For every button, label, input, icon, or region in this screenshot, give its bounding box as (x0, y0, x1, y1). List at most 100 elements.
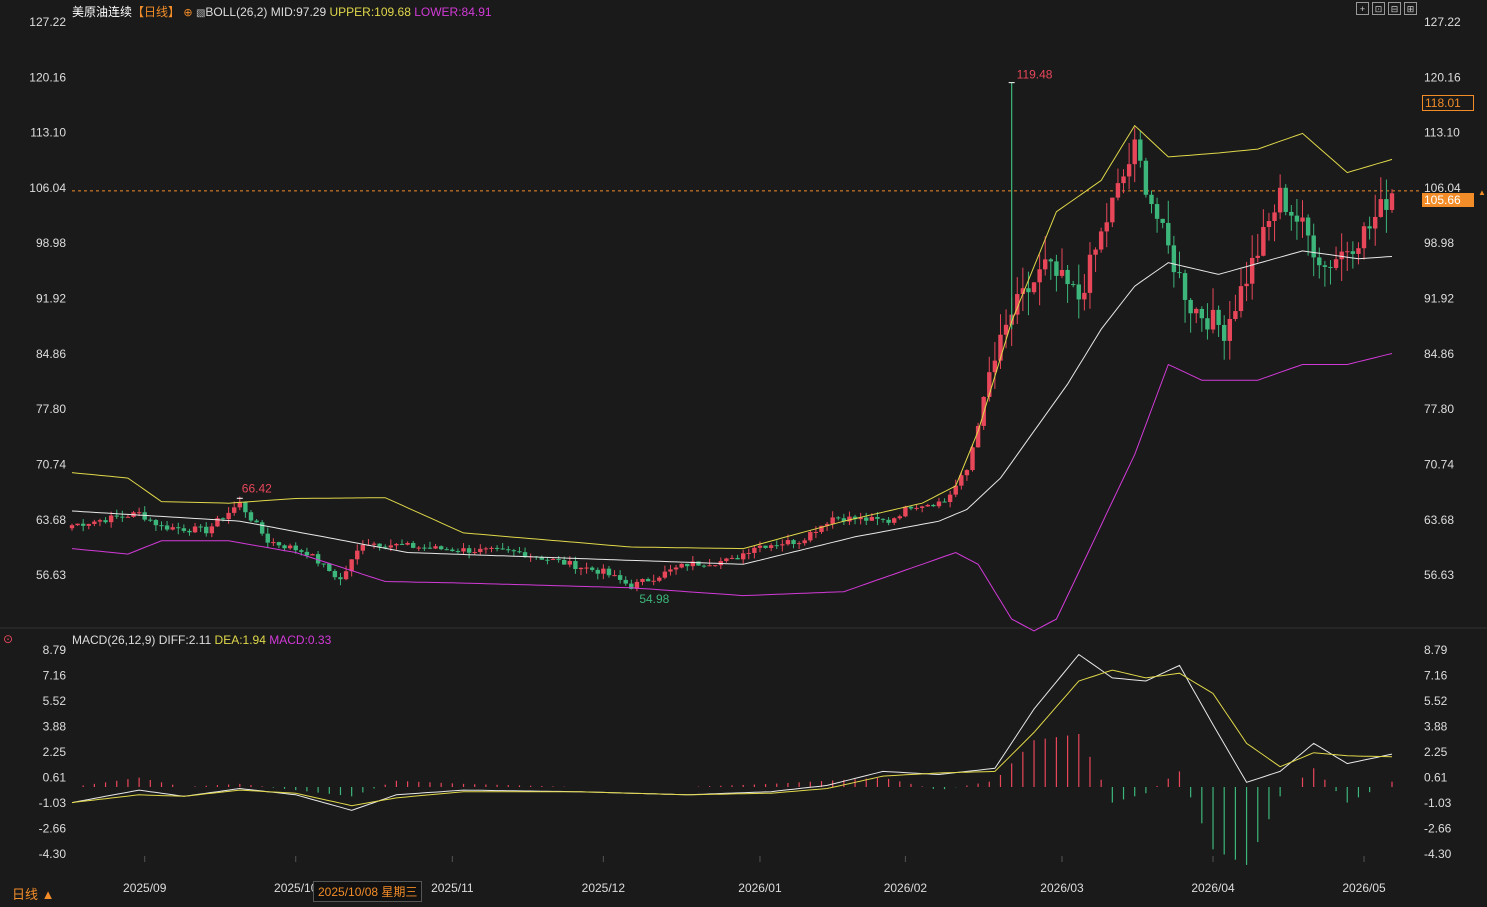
candle-body (164, 525, 170, 530)
candle-body (1115, 183, 1121, 198)
candle-body (1059, 269, 1065, 276)
candle-body (1199, 308, 1205, 319)
candle-body (1249, 257, 1255, 284)
candle-body (601, 568, 606, 574)
candle-body (170, 527, 175, 530)
y-tick-right: 77.80 (1424, 402, 1454, 416)
candle-body (757, 545, 763, 548)
candle-body (511, 550, 517, 552)
candle-body (92, 521, 97, 524)
macd-y-tick-left: 3.88 (43, 720, 67, 734)
candle-body (388, 545, 394, 548)
crosshair-icon[interactable]: + (1356, 2, 1369, 15)
candle-body (360, 544, 366, 551)
candle-body (931, 504, 936, 507)
boll-header: 美原油连续【日线】 ⊕ ▧BOLL(26,2) MID:97.29 UPPER:… (72, 3, 492, 20)
timeframe-selector[interactable]: 日线 ▲ (12, 884, 54, 903)
last-price-arrow: ▲ (1478, 188, 1486, 197)
candle-body (1082, 292, 1087, 300)
candle-body (438, 546, 444, 550)
candle-body (472, 552, 477, 554)
x-tick-label: 2026/01 (738, 881, 782, 895)
dea-value: DEA:1.94 (214, 633, 266, 647)
candle-body (595, 569, 600, 574)
candle-body (1272, 212, 1277, 222)
candle-body (108, 515, 114, 523)
candle-body (80, 523, 86, 526)
candle-body (578, 567, 584, 570)
candle-body (321, 563, 326, 565)
candle-body (377, 543, 382, 547)
candle-body (1054, 261, 1059, 276)
candle-body (1277, 187, 1283, 213)
candle-body (1238, 286, 1244, 312)
candle-body (970, 447, 975, 471)
candle-body (394, 543, 399, 546)
candle-body (774, 545, 779, 547)
macd-y-tick-left: -1.03 (39, 796, 67, 810)
candle-body (1154, 204, 1160, 219)
candle-body (299, 550, 304, 552)
candle-body (276, 542, 282, 546)
y-tick-left: 120.16 (29, 70, 66, 84)
candle-body (768, 545, 774, 548)
candle-body (897, 516, 902, 519)
fit-icon[interactable]: ⊟ (1388, 2, 1401, 15)
candle-body (685, 563, 690, 567)
candle-body (450, 549, 455, 552)
y-tick-right: 91.92 (1424, 292, 1454, 306)
candle-body (802, 540, 807, 544)
candle-body (808, 532, 813, 541)
candle-body (780, 544, 785, 546)
candle-body (153, 520, 159, 526)
candle-body (791, 540, 796, 545)
candle-body (1166, 222, 1171, 246)
y-tick-right: 70.74 (1424, 457, 1454, 471)
candle-body (371, 543, 377, 545)
candle-body (567, 561, 572, 565)
candle-body (589, 567, 595, 570)
x-tick-label: 2025/10 (274, 881, 318, 895)
local-high-label: 66.42 (242, 481, 272, 495)
macd-y-tick-right: -2.66 (1424, 821, 1452, 835)
candle-body (1194, 308, 1199, 314)
macd-y-tick-left: 0.61 (43, 770, 67, 784)
x-tick-label: 2026/04 (1191, 881, 1235, 895)
maximize-icon[interactable]: ⊞ (1404, 2, 1417, 15)
candle-body (1300, 217, 1305, 222)
macd-y-tick-left: -2.66 (39, 821, 67, 835)
candle-body (148, 519, 153, 521)
macd-settings-icon[interactable]: ⊙ (3, 632, 13, 646)
chart-svg[interactable]: 127.22 127.22 120.16 120.16 113.10 113.10 106.… (0, 0, 1487, 902)
candle-body (539, 557, 545, 560)
settings-icon[interactable]: ⊕ (183, 7, 192, 19)
candle-body (1076, 284, 1081, 300)
candle-body (338, 577, 343, 580)
candle-body (651, 580, 656, 582)
candle-body (1177, 272, 1182, 274)
candle-body (254, 520, 259, 523)
candle-body (1160, 218, 1165, 223)
candle-body (1043, 259, 1048, 270)
candle-body (1339, 251, 1344, 260)
candle-body (304, 551, 310, 556)
candle-body (97, 520, 103, 522)
chart-stage[interactable]: 127.22 127.22 120.16 120.16 113.10 113.10 106.… (0, 0, 1487, 902)
candle-body (176, 527, 181, 529)
candle-body (489, 547, 494, 549)
candle-body (864, 517, 869, 521)
candle-body (136, 512, 142, 514)
candle-body (1361, 226, 1367, 249)
x-tick-label: 2026/02 (884, 881, 928, 895)
candle-body (204, 526, 209, 534)
window-toolbar: + ⊡ ⊟ ⊞ (1356, 2, 1417, 15)
y-tick-right: 98.98 (1424, 236, 1454, 250)
candle-body (399, 543, 405, 545)
candle-body (1289, 211, 1294, 216)
candle-body (198, 526, 203, 528)
y-tick-left: 70.74 (36, 457, 66, 471)
zoom-icon[interactable]: ⊡ (1372, 2, 1385, 15)
candle-body (556, 559, 561, 561)
last-price-tag: 105.66 (1422, 193, 1474, 207)
candle-body (259, 522, 265, 534)
